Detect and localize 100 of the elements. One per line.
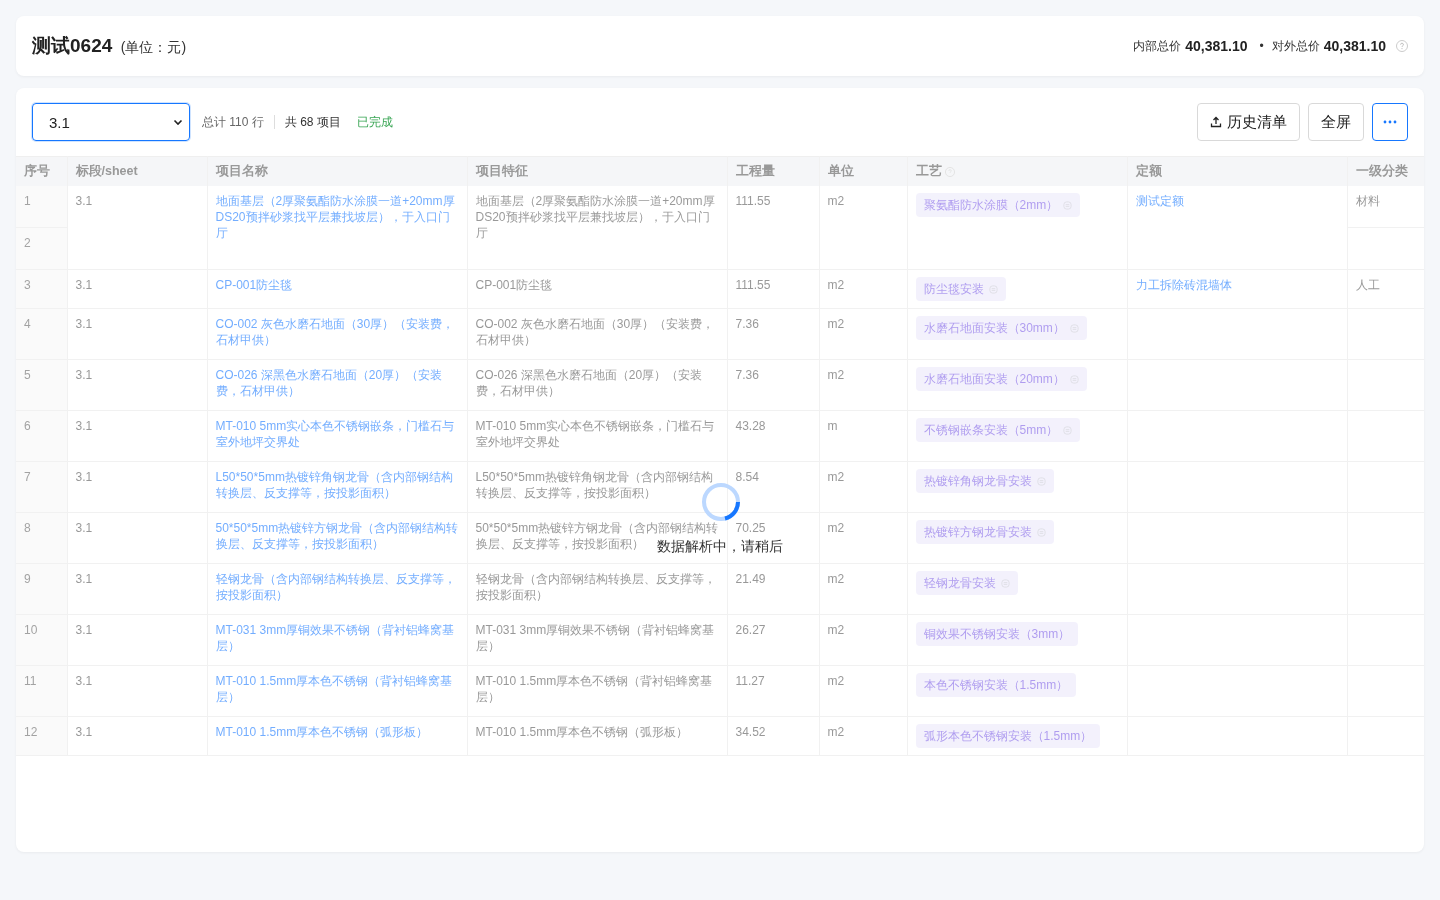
total-label: 内部总价 (1133, 37, 1182, 55)
row-number: 7 (23, 469, 32, 486)
sheet-select[interactable]: 3.1 (32, 103, 190, 141)
table-cell: 地面基层（2厚聚氨酯防水涂膜一道+20mm厚DS20预拌砂浆找平层兼找坡层），于入口门厅 (467, 186, 727, 270)
table-cell: m2 (819, 665, 907, 717)
more-button[interactable] (1372, 103, 1408, 141)
craft-tag[interactable]: 本色不锈钢安装（1.5mm） (915, 673, 1077, 697)
craft-tag[interactable]: 铜效果不锈钢安装（3mm） (915, 622, 1079, 646)
item-name-link[interactable]: 地面基层（2厚聚氨酯防水涂膜一道+20mm厚DS20预拌砂浆找平层兼找坡层），于入口门厅 (215, 193, 459, 241)
quota-link[interactable]: 测试定额 (1135, 193, 1339, 209)
column-header: 工程量 (727, 156, 819, 186)
table-cell: 3.1 (67, 665, 207, 717)
column-header: 一级分类 (1347, 156, 1424, 186)
table-cell: MT-010 5mm实心本色不锈钢嵌条，门槛石与室外地坪交界处 (467, 410, 727, 462)
column-header: 项目名称 (207, 156, 467, 186)
craft-tag[interactable]: 不锈钢嵌条安装（5mm） (915, 418, 1081, 442)
craft-tag[interactable]: 聚氨酯防水涂膜（2mm） (915, 193, 1081, 217)
table-cell: 21.49 (727, 563, 819, 615)
item-name-link[interactable]: MT-010 1.5mm厚本色不锈钢（背衬铝蜂窝基层） (215, 673, 459, 705)
table-cell: m2 (819, 359, 907, 411)
table-cell: CP-001防尘毯 (467, 269, 727, 309)
item-name-link[interactable]: CP-001防尘毯 (215, 277, 459, 293)
craft-tag[interactable]: 热镀锌方钢龙骨安装 (915, 520, 1054, 544)
table-cell: 3.1 (67, 410, 207, 462)
table-cell: m2 (819, 269, 907, 309)
craft-tag[interactable]: 弧形本色不锈钢安装（1.5mm） (915, 724, 1101, 748)
table-cell: m2 (819, 308, 907, 360)
row-number: 4 (23, 316, 32, 333)
table-cell: 11.27 (727, 665, 819, 717)
item-name-link[interactable]: MT-010 5mm实心本色不锈钢嵌条，门槛石与室外地坪交界处 (215, 418, 459, 450)
fullscreen-button[interactable]: 全屏 (1308, 103, 1364, 141)
row-number: 8 (23, 520, 32, 537)
table-cell-text: 人工 (1354, 277, 1381, 294)
item-name-link[interactable]: CO-026 深黑色水磨石地面（20厚）（安装费，石材甲供） (215, 367, 459, 399)
table-cell: 3.1 (67, 186, 207, 270)
craft-tag[interactable]: 轻钢龙骨安装 (915, 571, 1018, 595)
total-value: 40,381.10 (1185, 38, 1248, 54)
row-number: 2 (23, 235, 32, 252)
item-name-link[interactable]: 轻钢龙骨（含内部钢结构转换层、反支撑等，按投影面积） (215, 571, 459, 603)
item-count: 共 68 项目 (284, 113, 341, 131)
table-cell: m2 (819, 186, 907, 270)
row-number: 9 (23, 571, 32, 588)
item-name-link[interactable]: MT-010 1.5mm厚本色不锈钢（弧形板） (215, 724, 459, 740)
table-cell: 3.1 (67, 614, 207, 666)
more-icon (1383, 120, 1397, 124)
caret-icon (173, 117, 183, 127)
table-cell: m2 (819, 512, 907, 564)
table-cell: m2 (819, 563, 907, 615)
row-number: 11 (23, 673, 38, 690)
history-button[interactable]: 历史清单 (1197, 103, 1300, 141)
table-cell: CO-026 深黑色水磨石地面（20厚）（安装费，石材甲供） (467, 359, 727, 411)
column-header: 项目特征 (467, 156, 727, 186)
table-cell: 3.1 (67, 461, 207, 513)
table-cell: 3.1 (67, 716, 207, 756)
table-cell: MT-010 1.5mm厚本色不锈钢（弧形板） (467, 716, 727, 756)
row-number: 1 (16, 186, 67, 228)
table-cell: 3.1 (67, 269, 207, 309)
table-cell: 26.27 (727, 614, 819, 666)
column-header: 标段/sheet (67, 156, 207, 186)
table-cell: m2 (819, 461, 907, 513)
item-name-link[interactable]: CO-002 灰色水磨石地面（30厚）（安装费，石材甲供） (215, 316, 459, 348)
table-cell: 111.55 (727, 186, 819, 270)
table-cell: 7.36 (727, 359, 819, 411)
table-cell: 3.1 (67, 563, 207, 615)
quota-link[interactable]: 力工拆除砖混墙体 (1135, 277, 1339, 293)
table-cell: m2 (819, 614, 907, 666)
help-icon[interactable] (1396, 40, 1408, 52)
status-text: 已完成 (356, 113, 393, 131)
craft-tag[interactable]: 水磨石地面安装（20mm） (915, 367, 1087, 391)
craft-tag[interactable]: 热镀锌角钢龙骨安装 (915, 469, 1054, 493)
craft-tag[interactable]: 防尘毯安装 (915, 277, 1006, 301)
table-cell: L50*50*5mm热镀锌角钢龙骨（含内部钢结构转换层、反支撑等，按投影面积） (467, 461, 727, 513)
table-cell: 7.36 (727, 308, 819, 360)
table-cell: 43.28 (727, 410, 819, 462)
item-name-link[interactable]: 50*50*5mm热镀锌方钢龙骨（含内部钢结构转换层、反支撑等，按投影面积） (215, 520, 459, 552)
table-cell: 111.55 (727, 269, 819, 309)
column-header: 定额 (1127, 156, 1347, 186)
row-number: 5 (23, 367, 32, 384)
table-cell: 34.52 (727, 716, 819, 756)
row-number: 6 (23, 418, 32, 435)
table-cell: 3.1 (67, 308, 207, 360)
table-cell: m (819, 410, 907, 462)
item-name-link[interactable]: L50*50*5mm热镀锌角钢龙骨（含内部钢结构转换层、反支撑等，按投影面积） (215, 469, 459, 501)
row-number: 3 (23, 277, 32, 294)
table-cell: 3.1 (67, 512, 207, 564)
item-name-link[interactable]: MT-031 3mm厚铜效果不锈钢（背衬铝蜂窝基层） (215, 622, 459, 654)
table-cell: 轻钢龙骨（含内部钢结构转换层、反支撑等，按投影面积） (467, 563, 727, 615)
table-cell: m2 (819, 716, 907, 756)
column-header: 序号 (16, 156, 67, 186)
total-value: 40,381.10 (1323, 38, 1386, 54)
table-cell: MT-010 1.5mm厚本色不锈钢（背衬铝蜂窝基层） (467, 665, 727, 717)
table-cell: 3.1 (67, 359, 207, 411)
table-cell: 材料 (1347, 186, 1424, 228)
table-cell: MT-031 3mm厚铜效果不锈钢（背衬铝蜂窝基层） (467, 614, 727, 666)
unit-label: (单位：元) (120, 39, 187, 55)
upload-icon (1210, 116, 1222, 128)
total-label: 对外总价 (1271, 37, 1320, 55)
craft-tag[interactable]: 水磨石地面安装（30mm） (915, 316, 1087, 340)
column-header: 工艺 (907, 156, 1127, 186)
table-cell: CO-002 灰色水磨石地面（30厚）（安装费，石材甲供） (467, 308, 727, 360)
